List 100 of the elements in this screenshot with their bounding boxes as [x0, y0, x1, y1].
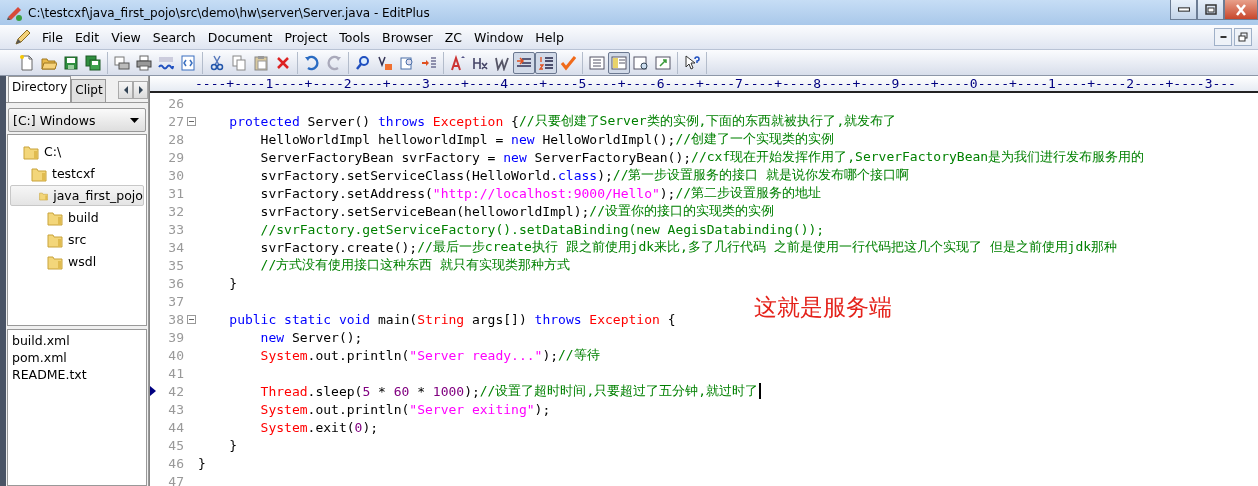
menu-item[interactable]: Window	[468, 29, 530, 45]
word-wrap-button[interactable]	[513, 51, 535, 74]
window-search-icon	[633, 54, 649, 71]
pencil-icon	[14, 28, 32, 46]
line-number: 39	[167, 329, 184, 345]
line-number: 32	[167, 203, 184, 219]
printer-icon	[136, 54, 152, 71]
delete-icon	[275, 54, 291, 71]
app-icon	[6, 4, 22, 21]
menu-item[interactable]: File	[36, 29, 69, 45]
scroll-left-button[interactable]	[118, 81, 133, 99]
line-number: 46	[167, 455, 184, 471]
code-line: protected Server() throws Exception {//只要创建了Server类的实例,下面的东西就被执行了,就发布了	[228, 112, 897, 130]
line-number: 30	[167, 167, 184, 183]
side-panel-icon	[611, 54, 627, 71]
annotation-text: 这就是服务端	[754, 293, 892, 322]
menu-item[interactable]: ZC	[438, 29, 469, 45]
code-line: svrFactory.setServiceBean(helloworldImpl);//设置你的接口的实现类的实例	[259, 202, 774, 220]
code-line: ServerFactoryBean svrFactory = new ServerFactoryBean();//cxf现在开始发挥作用了,ServerFactoryBean是为我们进行发布服务用的	[259, 148, 1145, 166]
menu-item[interactable]: Document	[201, 29, 279, 45]
minimize-icon	[1219, 36, 1227, 38]
code-line: System.exit(0);	[259, 419, 379, 435]
tree-item[interactable]: build	[10, 207, 144, 228]
code-line: HelloWorldImpl helloworldImpl = new HelloWorldImpl();//创建了一个实现类的实例	[259, 130, 835, 148]
line-number: 42	[167, 383, 184, 399]
line-numbers-button[interactable]	[535, 51, 557, 74]
code-line: //svrFactory.getServiceFactory().setDataBinding(new AegisDatabinding());	[259, 221, 825, 237]
caret-icon	[130, 117, 139, 123]
code-line: //方式没有使用接口这种东西 就只有实现类那种方式	[259, 256, 571, 274]
line-number: 37	[167, 293, 184, 309]
clipboard-icon	[253, 54, 269, 71]
line-number: 27	[167, 113, 184, 129]
menu-item[interactable]: Tools	[333, 29, 377, 45]
find-files-icon	[399, 54, 415, 71]
left-arrow-icon	[122, 86, 129, 94]
panel-tab[interactable]: Directory	[8, 76, 72, 102]
tree-item[interactable]: java_first_pojo	[10, 185, 144, 206]
close-button[interactable]	[1224, 0, 1258, 20]
menu-item[interactable]: Browser	[376, 29, 439, 45]
folder-icon	[47, 253, 63, 270]
font-icon	[450, 54, 466, 71]
line-number: 40	[167, 347, 184, 363]
folder-icon	[31, 165, 47, 182]
code-line: System.out.println("Server ready...");//等待	[259, 346, 600, 364]
line-number: 31	[167, 185, 184, 201]
menu-item[interactable]: View	[105, 29, 147, 45]
replace-icon	[377, 54, 393, 71]
copy-icon	[231, 54, 247, 71]
line-number: 47	[167, 473, 184, 486]
search-icon	[355, 54, 371, 71]
window-title: C:\testcxf\java_first_pojo\src\demo\hw\server\Server.java - EditPlus	[28, 5, 431, 20]
code-line: }	[198, 455, 206, 471]
tree-item[interactable]: C:\	[10, 141, 144, 162]
undo-icon	[304, 54, 320, 71]
line-number: 33	[167, 221, 184, 237]
line-number: 38	[167, 311, 184, 327]
code-line: public static void main(String args[]) throws Exception {	[228, 311, 676, 327]
scroll-right-button[interactable]	[133, 81, 148, 99]
menu-item[interactable]: Edit	[68, 29, 106, 45]
code-line: System.out.println("Server exiting");	[259, 401, 551, 417]
tree-item[interactable]: testcxf	[10, 163, 144, 184]
directory-entry[interactable]: README.txt	[12, 367, 142, 384]
redo-icon	[326, 54, 342, 71]
restore-button[interactable]	[1234, 28, 1252, 46]
code-line: svrFactory.create();//最后一步create执行 跟之前使用jdk来比,多了几行代码 之前是使用一行代码把这几个实现了 但是之前使用jdk那种	[259, 238, 1118, 256]
maximize-icon	[1203, 3, 1218, 16]
menu-item[interactable]: Project	[278, 29, 334, 45]
folder-icon	[47, 209, 63, 226]
code-line: Thread.sleep(5 * 60 * 1000);//设置了超时时间,只要超过了五分钟,就过时了	[259, 382, 759, 400]
close-icon	[1234, 3, 1248, 16]
code-line: svrFactory.setServiceClass(HelloWorld.class);//第一步设置服务的接口 就是说你发布哪个接口啊	[259, 166, 910, 184]
list-arrow-icon	[421, 54, 437, 71]
tree-item[interactable]: wsdl	[10, 251, 144, 272]
drive-dropdown[interactable]: [C:] Windows	[8, 108, 146, 132]
menu-item[interactable]: Search	[146, 29, 202, 45]
tree-item[interactable]: src	[10, 229, 144, 250]
help-pointer-icon	[684, 54, 700, 71]
code-line: new Server();	[259, 329, 363, 345]
scissors-icon	[209, 54, 225, 71]
folder-icon	[47, 231, 63, 248]
floppy-disks-icon	[85, 54, 101, 71]
minimize-button[interactable]	[1214, 28, 1232, 46]
minimize-icon	[1177, 7, 1190, 12]
directory-entry[interactable]: pom.xml	[12, 350, 142, 367]
side-panel-button[interactable]	[608, 51, 630, 74]
menu-item[interactable]: Help	[529, 29, 570, 45]
collapse-icon[interactable]	[186, 116, 196, 126]
line-number: 36	[167, 275, 184, 291]
folder-icon	[23, 143, 39, 160]
list-window-icon	[589, 54, 605, 71]
line-number: 43	[167, 401, 184, 417]
directory-entry[interactable]: build.xml	[12, 333, 142, 350]
panel-tab[interactable]: Clipt	[71, 79, 106, 102]
maximize-button[interactable]	[1197, 0, 1224, 20]
code-line: svrFactory.setAddress("http://localhost:9000/Hello");//第二步设置服务的地址	[259, 184, 822, 202]
line-number: 28	[167, 131, 184, 147]
collapse-icon[interactable]	[186, 314, 196, 324]
restore-icon	[1238, 32, 1248, 42]
line-number: 41	[167, 365, 184, 381]
code-line: }	[228, 275, 238, 291]
